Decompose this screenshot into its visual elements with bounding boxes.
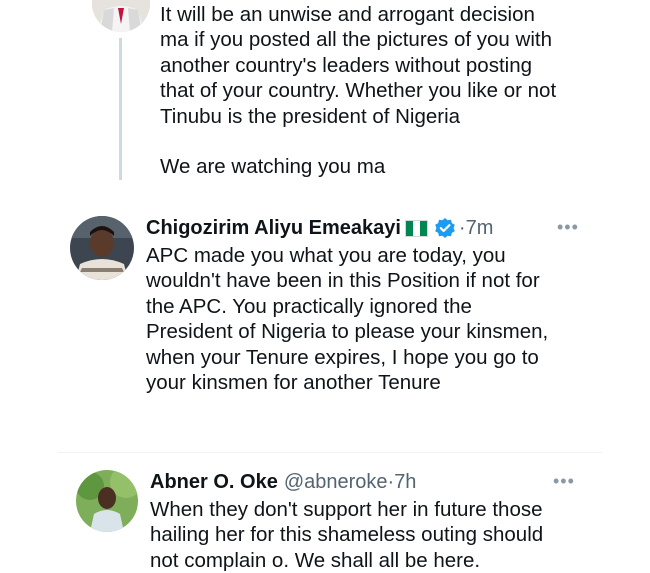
avatar-photo (92, 0, 150, 32)
tweet-text: APC made you what you are today, you wou… (146, 244, 549, 395)
tweet-text: It will be an unwise and arrogant decisi… (160, 3, 557, 179)
avatar[interactable] (76, 470, 138, 532)
thread-connector-line (119, 38, 122, 180)
separator-dot: · (458, 216, 466, 239)
verified-badge-icon (435, 218, 455, 238)
author-handle[interactable]: @abneroke (284, 471, 388, 494)
timestamp[interactable]: 7h (394, 471, 416, 494)
avatar-photo (76, 470, 138, 532)
more-options-icon[interactable]: ••• (557, 217, 579, 238)
more-options-icon[interactable]: ••• (553, 471, 575, 492)
separator-dot: · (387, 470, 395, 493)
tweet-text: When they don't support her in future th… (150, 498, 544, 572)
tweet-header: Abner O. Oke @abneroke · 7h (150, 469, 416, 495)
author-name[interactable]: Chigozirim Aliyu Emeakayi (146, 217, 401, 240)
timestamp[interactable]: 7m (466, 217, 494, 240)
author-name[interactable]: Abner O. Oke (150, 471, 278, 494)
avatar-photo (70, 216, 134, 280)
divider (58, 452, 602, 453)
avatar[interactable] (70, 216, 134, 280)
avatar[interactable] (92, 0, 150, 32)
nigeria-flag-icon (404, 219, 428, 237)
tweet-header: Chigozirim Aliyu Emeakayi · 7m (146, 215, 493, 241)
